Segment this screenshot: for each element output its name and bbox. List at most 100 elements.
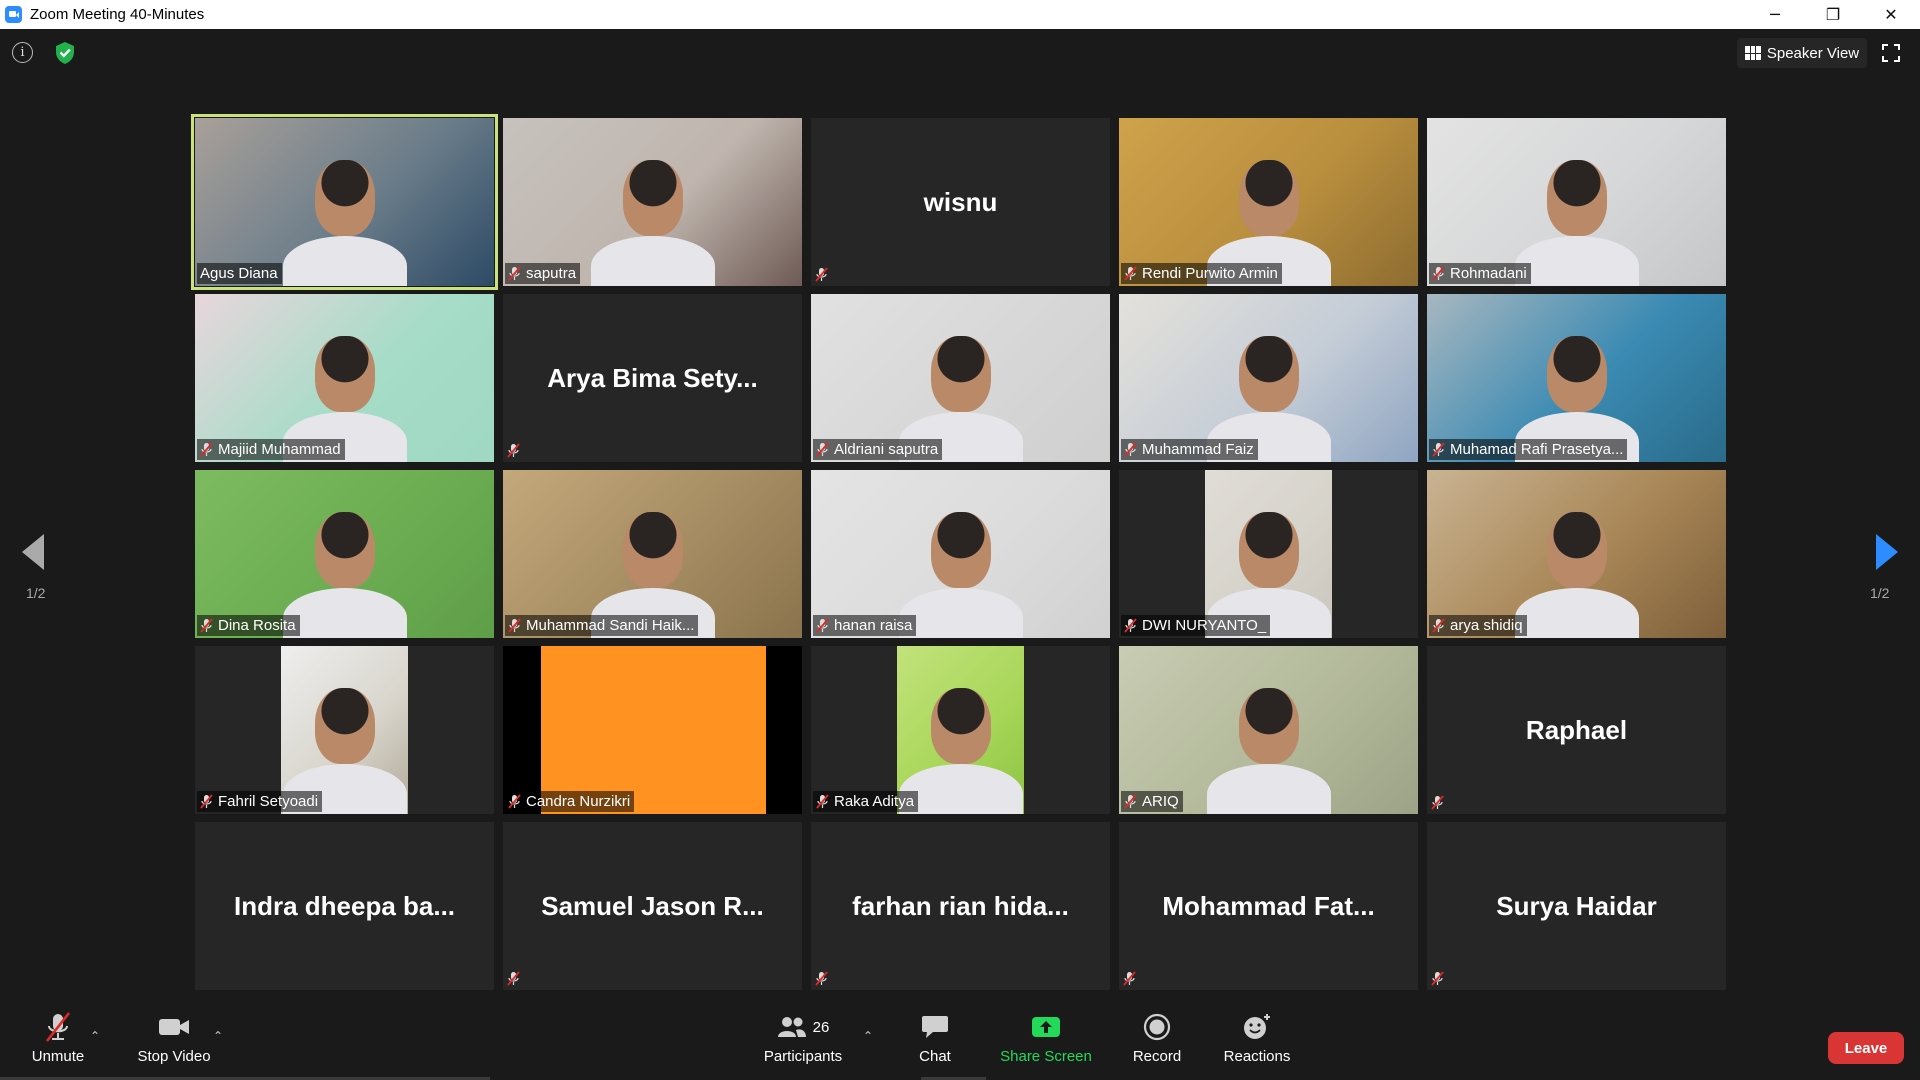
share-screen-button[interactable]: Share Screen: [1000, 1010, 1092, 1074]
minimize-button[interactable]: ─: [1746, 0, 1804, 29]
muted-mic-icon: [508, 794, 521, 809]
meeting-toolbar: Unmute ⌃ Stop Video ⌃ 26 Participants ⌃: [0, 1004, 1920, 1080]
leave-button[interactable]: Leave: [1828, 1032, 1904, 1064]
participant-tile[interactable]: Dina Rosita: [195, 470, 494, 638]
window-controls: ─ ❐ ✕: [1746, 0, 1920, 29]
participant-name: Candra Nurzikri: [526, 793, 631, 810]
person-silhouette: [282, 236, 407, 286]
participant-display-name: wisnu: [923, 186, 998, 217]
muted-mic-icon: [1124, 442, 1137, 457]
participant-tile[interactable]: Muhammad Faiz: [1119, 294, 1418, 462]
meeting-info-icon[interactable]: i: [12, 42, 33, 63]
speaker-view-button[interactable]: Speaker View: [1737, 38, 1867, 68]
previous-page-arrow-icon[interactable]: [22, 534, 44, 570]
muted-mic-icon: [507, 443, 520, 458]
participant-tile[interactable]: Samuel Jason R...: [503, 822, 802, 990]
person-face: [314, 160, 375, 236]
window-title: Zoom Meeting 40-Minutes: [30, 6, 205, 23]
person-face: [1238, 336, 1299, 412]
reactions-label: Reactions: [1223, 1048, 1291, 1065]
participant-tile[interactable]: Raphael: [1427, 646, 1726, 814]
zoom-logo-icon: [5, 6, 22, 23]
participants-button[interactable]: 26 Participants: [760, 1010, 846, 1074]
unmute-label: Unmute: [31, 1048, 85, 1065]
participant-name: Muhammad Sandi Haik...: [526, 617, 695, 634]
participant-video: [1119, 646, 1418, 814]
participant-name-label: Rendi Purwito Armin: [1121, 263, 1282, 284]
participant-tile[interactable]: Arya Bima Sety...: [503, 294, 802, 462]
participant-tile[interactable]: Muhammad Sandi Haik...: [503, 470, 802, 638]
reactions-button[interactable]: Reactions: [1224, 1010, 1290, 1074]
page-indicator-left: 1/2: [26, 585, 46, 601]
participant-name-label: ARIQ: [1121, 791, 1183, 812]
muted-mic-icon: [507, 971, 520, 986]
unmute-button[interactable]: Unmute: [28, 1010, 88, 1074]
chat-button[interactable]: Chat: [915, 1010, 955, 1074]
participant-tile[interactable]: ARIQ: [1119, 646, 1418, 814]
participant-tile[interactable]: Indra dheepa ba...: [195, 822, 494, 990]
record-button[interactable]: Record: [1132, 1010, 1182, 1074]
close-button[interactable]: ✕: [1862, 0, 1920, 29]
participant-tile[interactable]: Majiid Muhammad: [195, 294, 494, 462]
muted-mic-icon: [1432, 442, 1445, 457]
participant-tile[interactable]: Muhamad Rafi Prasetya...: [1427, 294, 1726, 462]
muted-mic-icon: [200, 794, 213, 809]
video-options-chevron-up-icon[interactable]: ⌃: [213, 1029, 223, 1043]
participant-name-label: Fahril Setyoadi: [197, 791, 323, 812]
person-silhouette: [1514, 236, 1639, 286]
participant-video: [195, 118, 494, 286]
muted-mic-icon: [1124, 794, 1137, 809]
participant-video: [897, 646, 1024, 814]
participant-tile[interactable]: wisnu: [811, 118, 1110, 286]
participant-name: Rohmadani: [1450, 265, 1527, 282]
participant-name-label: DWI NURYANTO_: [1121, 615, 1271, 636]
person-face: [622, 160, 683, 236]
person-face: [622, 512, 683, 588]
participant-name-label: Raka Aditya: [813, 791, 919, 812]
participants-options-chevron-up-icon[interactable]: ⌃: [863, 1029, 873, 1043]
share-screen-icon: [1031, 1010, 1061, 1044]
participant-tile[interactable]: DWI NURYANTO_: [1119, 470, 1418, 638]
participant-tile[interactable]: Fahril Setyoadi: [195, 646, 494, 814]
participant-name: Aldriani saputra: [834, 441, 939, 458]
muted-mic-icon: [815, 267, 828, 282]
person-face: [1546, 160, 1607, 236]
chat-bubble-icon: [921, 1010, 949, 1044]
gallery-grid: Agus Diana saputra wisnu Rendi Purwito Armi…: [191, 114, 1726, 990]
next-page-arrow-icon[interactable]: [1876, 534, 1898, 570]
participant-tile[interactable]: Candra Nurzikri: [503, 646, 802, 814]
participant-video: [811, 294, 1110, 462]
participant-tile[interactable]: Rohmadani: [1427, 118, 1726, 286]
stop-video-button[interactable]: Stop Video: [134, 1010, 214, 1074]
participant-tile[interactable]: farhan rian hida...: [811, 822, 1110, 990]
encryption-shield-icon[interactable]: [52, 40, 78, 66]
participant-tile[interactable]: Aldriani saputra: [811, 294, 1110, 462]
participant-video: [503, 118, 802, 286]
audio-options-chevron-up-icon[interactable]: ⌃: [90, 1029, 100, 1043]
title-bar: Zoom Meeting 40-Minutes ─ ❐ ✕: [0, 0, 1920, 29]
muted-mic-icon: [1123, 971, 1136, 986]
fullscreen-icon[interactable]: [1882, 44, 1900, 62]
chat-label: Chat: [919, 1048, 951, 1065]
participant-tile[interactable]: Agus Diana: [191, 114, 498, 290]
speaker-view-label: Speaker View: [1766, 44, 1860, 62]
participant-tile[interactable]: arya shidiq: [1427, 470, 1726, 638]
participant-name-label: Aldriani saputra: [813, 439, 943, 460]
participant-tile[interactable]: Raka Aditya: [811, 646, 1110, 814]
person-silhouette: [590, 236, 715, 286]
person-face: [930, 512, 991, 588]
muted-mic-icon: [816, 442, 829, 457]
participant-tile[interactable]: Rendi Purwito Armin: [1119, 118, 1418, 286]
participant-tile[interactable]: saputra: [503, 118, 802, 286]
participant-tile[interactable]: Mohammad Fat...: [1119, 822, 1418, 990]
muted-mic-icon: [1431, 971, 1444, 986]
restore-button[interactable]: ❐: [1804, 0, 1862, 29]
muted-mic-icon: [816, 618, 829, 633]
participant-tile[interactable]: Surya Haidar: [1427, 822, 1726, 990]
participant-tile[interactable]: hanan raisa: [811, 470, 1110, 638]
participant-video: [1427, 470, 1726, 638]
participant-video: [503, 470, 802, 638]
participant-video: [195, 470, 494, 638]
participant-name-label: Rohmadani: [1429, 263, 1531, 284]
participant-name-label: hanan raisa: [813, 615, 917, 636]
